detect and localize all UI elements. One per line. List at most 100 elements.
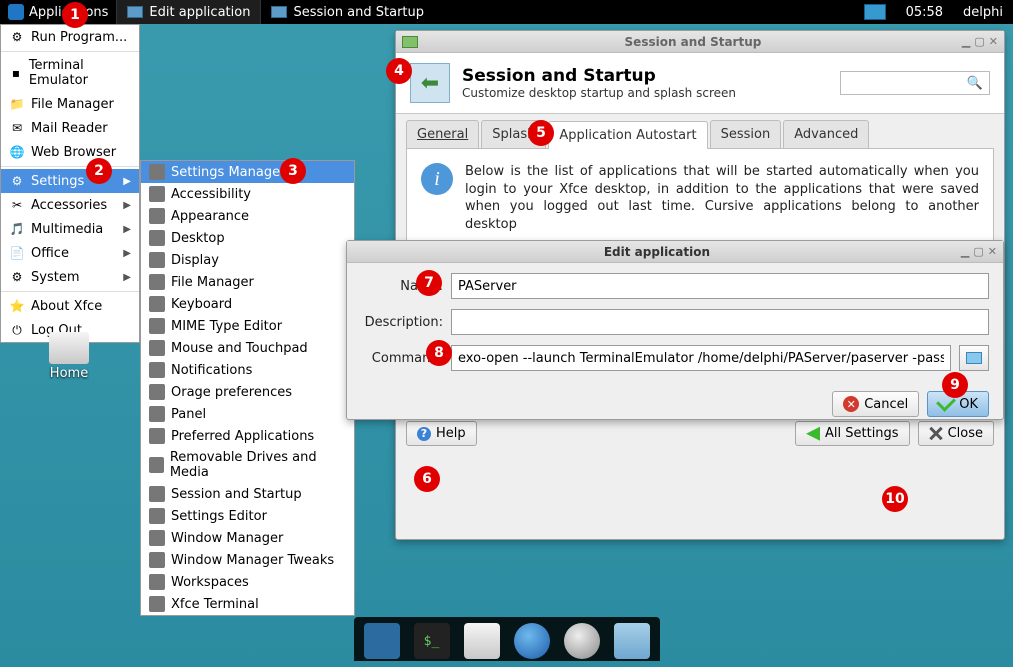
submenu-label: Settings Editor — [171, 509, 267, 524]
help-button[interactable]: ?Help — [406, 421, 477, 446]
mail-icon: ✉ — [9, 120, 25, 136]
xfce-logo-icon — [8, 4, 24, 20]
search-icon: 🔍 — [967, 76, 983, 91]
browse-button[interactable] — [959, 345, 989, 371]
star-icon: ⭐ — [9, 298, 25, 314]
dialog-title: Edit application — [353, 245, 961, 259]
menu-settings[interactable]: ⚙Settings▶ — [1, 169, 139, 193]
dock-file-manager[interactable] — [464, 623, 500, 659]
dock-terminal[interactable]: $_ — [414, 623, 450, 659]
submenu-label: Orage preferences — [171, 385, 292, 400]
maximize-button[interactable]: ▢ — [974, 35, 984, 48]
window-icon — [402, 36, 418, 48]
tab-advanced[interactable]: Advanced — [783, 120, 869, 148]
submenu-item-xfce-terminal[interactable]: Xfce Terminal — [141, 593, 354, 615]
close-window-button[interactable]: Close — [918, 421, 994, 446]
dock-web-browser[interactable] — [514, 623, 550, 659]
info-text: Below is the list of applications that w… — [465, 163, 979, 233]
menu-system[interactable]: ⚙System▶ — [1, 265, 139, 289]
submenu-label: Panel — [171, 407, 206, 422]
tray-icon[interactable] — [864, 4, 886, 20]
submenu-item-workspaces[interactable]: Workspaces — [141, 571, 354, 593]
submenu-item-accessibility[interactable]: Accessibility — [141, 183, 354, 205]
top-panel: Applications Edit application Session an… — [0, 0, 1013, 24]
tab-application-autostart[interactable]: Application Autostart — [548, 121, 707, 149]
applications-menu-button[interactable]: Applications — [0, 0, 116, 24]
annotation-9: 9 — [942, 372, 968, 398]
close-button[interactable]: ✕ — [988, 245, 997, 258]
edit-application-dialog: Edit application ▁ ▢ ✕ Name: Description… — [346, 240, 1004, 420]
submenu-item-session-and-startup[interactable]: Session and Startup — [141, 483, 354, 505]
user-label: delphi — [953, 5, 1013, 20]
dock-search[interactable] — [564, 623, 600, 659]
submenu-label: Display — [171, 253, 219, 268]
run-icon: ⚙ — [9, 29, 25, 45]
submenu-item-settings-editor[interactable]: Settings Editor — [141, 505, 354, 527]
submenu-icon — [149, 428, 165, 444]
dialog-titlebar[interactable]: Edit application ▁ ▢ ✕ — [347, 241, 1003, 263]
clock: 05:58 — [896, 5, 953, 20]
menu-run-program[interactable]: ⚙Run Program... — [1, 25, 139, 49]
menu-mail-reader[interactable]: ✉Mail Reader — [1, 116, 139, 140]
tab-general[interactable]: General — [406, 120, 479, 148]
name-input[interactable] — [451, 273, 989, 299]
submenu-item-mime-type-editor[interactable]: MIME Type Editor — [141, 315, 354, 337]
menu-multimedia[interactable]: 🎵Multimedia▶ — [1, 217, 139, 241]
menu-terminal[interactable]: ▪Terminal Emulator — [1, 54, 139, 92]
page-subtitle: Customize desktop startup and splash scr… — [462, 86, 736, 100]
all-settings-button[interactable]: All Settings — [795, 421, 910, 446]
submenu-item-removable-drives-and-media[interactable]: Removable Drives and Media — [141, 447, 354, 483]
cancel-button[interactable]: ✕Cancel — [832, 391, 919, 417]
submenu-item-orage-preferences[interactable]: Orage preferences — [141, 381, 354, 403]
dock-show-desktop[interactable] — [364, 623, 400, 659]
submenu-icon — [149, 340, 165, 356]
close-button[interactable]: ✕ — [989, 35, 998, 48]
window-titlebar[interactable]: Session and Startup ▁ ▢ ✕ — [396, 31, 1004, 53]
menu-about-xfce[interactable]: ⭐About Xfce — [1, 294, 139, 318]
desktop-home-icon[interactable]: Home — [44, 332, 94, 381]
menu-web-browser[interactable]: 🌐Web Browser — [1, 140, 139, 164]
submenu-item-desktop[interactable]: Desktop — [141, 227, 354, 249]
submenu-icon — [149, 164, 165, 180]
submenu-item-preferred-applications[interactable]: Preferred Applications — [141, 425, 354, 447]
maximize-button[interactable]: ▢ — [973, 245, 983, 258]
info-icon: i — [421, 163, 453, 195]
minimize-button[interactable]: ▁ — [962, 35, 970, 48]
submenu-label: Notifications — [171, 363, 252, 378]
annotation-1: 1 — [62, 2, 88, 28]
logout-icon: ⏻ — [9, 322, 25, 338]
submenu-item-panel[interactable]: Panel — [141, 403, 354, 425]
command-input[interactable] — [451, 345, 951, 371]
tab-session[interactable]: Session — [710, 120, 782, 148]
minimize-button[interactable]: ▁ — [961, 245, 969, 258]
submenu-label: Session and Startup — [171, 487, 302, 502]
back-icon — [806, 427, 820, 441]
submenu-item-notifications[interactable]: Notifications — [141, 359, 354, 381]
submenu-item-appearance[interactable]: Appearance — [141, 205, 354, 227]
submenu-item-mouse-and-touchpad[interactable]: Mouse and Touchpad — [141, 337, 354, 359]
description-input[interactable] — [451, 309, 989, 335]
taskbar-button-session-startup[interactable]: Session and Startup — [260, 0, 434, 24]
menu-office[interactable]: 📄Office▶ — [1, 241, 139, 265]
submenu-item-keyboard[interactable]: Keyboard — [141, 293, 354, 315]
chevron-right-icon: ▶ — [123, 200, 131, 211]
accessories-icon: ✂ — [9, 197, 25, 213]
submenu-icon — [149, 274, 165, 290]
menu-accessories[interactable]: ✂Accessories▶ — [1, 193, 139, 217]
menu-file-manager[interactable]: 📁File Manager — [1, 92, 139, 116]
submenu-item-display[interactable]: Display — [141, 249, 354, 271]
dock-home-folder[interactable] — [614, 623, 650, 659]
taskbar-button-edit-application[interactable]: Edit application — [116, 0, 260, 24]
submenu-item-window-manager-tweaks[interactable]: Window Manager Tweaks — [141, 549, 354, 571]
globe-icon: 🌐 — [9, 144, 25, 160]
submenu-item-file-manager[interactable]: File Manager — [141, 271, 354, 293]
submenu-label: Desktop — [171, 231, 225, 246]
submenu-label: Accessibility — [171, 187, 251, 202]
annotation-2: 2 — [86, 158, 112, 184]
submenu-item-settings-manager[interactable]: Settings Manager — [141, 161, 354, 183]
submenu-label: MIME Type Editor — [171, 319, 282, 334]
terminal-icon: ▪ — [9, 65, 23, 81]
annotation-10: 10 — [882, 486, 908, 512]
submenu-item-window-manager[interactable]: Window Manager — [141, 527, 354, 549]
search-input[interactable]: 🔍 — [840, 71, 990, 95]
